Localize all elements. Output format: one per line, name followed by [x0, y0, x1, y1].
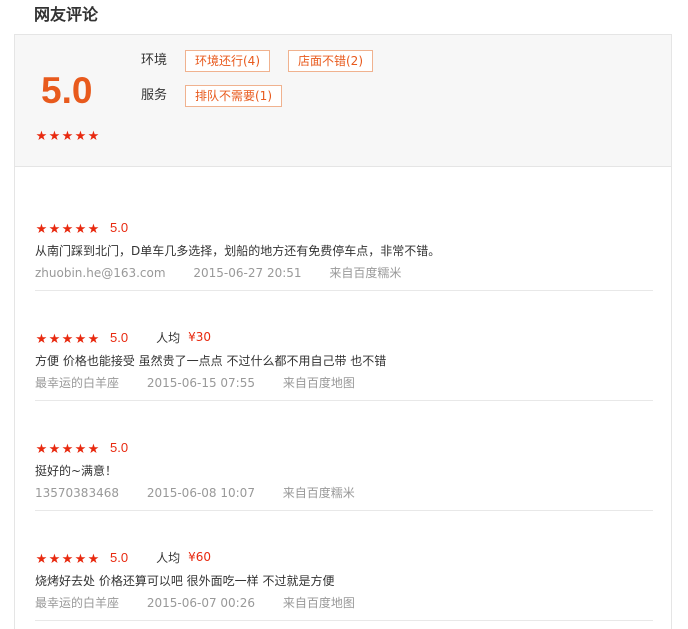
review-stars: ★★★★★ [35, 438, 100, 457]
star-icon: ★ [48, 441, 61, 457]
review-header: ★★★★★ 5.0 人均 ¥30 [35, 328, 211, 347]
tag-no-queue[interactable]: 排队不需要(1) [185, 85, 282, 107]
star-icon: ★ [48, 221, 61, 237]
star-icon: ★ [74, 221, 87, 237]
star-icon: ★ [48, 129, 61, 144]
avg-price-value: ¥30 [188, 330, 211, 344]
star-icon: ★ [74, 331, 87, 347]
review-item: ★★★★★ 5.0 挺好的~满意！ 13570383468 2015-06-08… [35, 401, 653, 511]
review-stars: ★★★★★ [35, 328, 100, 347]
review-stars: ★★★★★ [35, 218, 100, 237]
review-author: 13570383468 [35, 486, 119, 500]
review-time: 2015-06-15 07:55 [146, 376, 255, 390]
comments-panel: 5.0 ★★★★★ 环境 环境还行(4) 店面不错(2) 服务 排队不需要(1)… [14, 34, 672, 629]
star-icon: ★ [61, 129, 74, 144]
review-author: zhuobin.he@163.com [35, 266, 166, 280]
comments-page: 网友评论 5.0 ★★★★★ 环境 环境还行(4) 店面不错(2) 服务 排队不… [0, 0, 688, 629]
tag-store-good[interactable]: 店面不错(2) [288, 50, 373, 72]
star-icon: ★ [61, 331, 74, 347]
review-time: 2015-06-08 10:07 [146, 486, 255, 500]
star-icon: ★ [87, 551, 100, 567]
section-title: 网友评论 [34, 5, 99, 24]
review-meta: 最幸运的白羊座 2015-06-15 07:55 来自百度地图 [35, 374, 379, 392]
overall-score: 5.0 [41, 70, 93, 111]
review-text: 方便 价格也能接受 虽然贵了一点点 不过什么都不用自己带 也不错 [35, 354, 387, 368]
review-text: 烧烤好去处 价格还算可以吧 很外面吃一样 不过就是方便 [35, 574, 335, 588]
review-source: 来自百度地图 [282, 596, 355, 610]
review-item: ★★★★★ 5.0 人均 ¥60 烧烤好去处 价格还算可以吧 很外面吃一样 不过… [35, 511, 653, 621]
review-time: 2015-06-27 20:51 [193, 266, 302, 280]
review-item: ★★★★★ 5.0 人均 ¥30 方便 价格也能接受 虽然贵了一点点 不过什么都… [35, 291, 653, 401]
review-source: 来自百度糯米 [329, 266, 402, 280]
star-icon: ★ [48, 331, 61, 347]
star-icon: ★ [74, 551, 87, 567]
review-header: ★★★★★ 5.0 人均 ¥60 [35, 548, 211, 567]
star-icon: ★ [74, 441, 87, 457]
tag-group-label: 环境 [141, 53, 168, 68]
review-text: 挺好的~满意！ [35, 464, 118, 478]
review-meta: 13570383468 2015-06-08 10:07 来自百度糯米 [35, 484, 379, 502]
review-text: 从南门踩到北门，D单车几多选择，划船的地方还有免费停车点，非常不错。 [35, 244, 441, 258]
avg-price-label: 人均 [156, 330, 181, 345]
star-icon: ★ [35, 441, 48, 457]
tag-environment-ok[interactable]: 环境还行(4) [185, 50, 270, 72]
star-icon: ★ [87, 221, 100, 237]
star-icon: ★ [61, 221, 74, 237]
avg-price-value: ¥60 [188, 550, 211, 564]
tag-row-environment: 环境 环境还行(4) 店面不错(2) [141, 50, 391, 72]
overall-stars: ★★★★★ [35, 125, 100, 144]
review-meta: 最幸运的白羊座 2015-06-07 00:26 来自百度地图 [35, 594, 379, 612]
star-icon: ★ [87, 331, 100, 347]
review-author: 最幸运的白羊座 [35, 376, 120, 390]
review-score: 5.0 [110, 329, 129, 345]
review-stars: ★★★★★ [35, 548, 100, 567]
avg-price-label: 人均 [156, 550, 181, 565]
star-icon: ★ [61, 551, 74, 567]
star-icon: ★ [87, 129, 100, 144]
review-author: 最幸运的白羊座 [35, 596, 120, 610]
review-score: 5.0 [110, 219, 129, 235]
review-source: 来自百度地图 [282, 376, 355, 390]
star-icon: ★ [35, 129, 48, 144]
star-icon: ★ [35, 331, 48, 347]
star-icon: ★ [35, 551, 48, 567]
star-icon: ★ [35, 221, 48, 237]
star-icon: ★ [74, 129, 87, 144]
rating-summary: 5.0 ★★★★★ 环境 环境还行(4) 店面不错(2) 服务 排队不需要(1) [15, 35, 671, 167]
review-header: ★★★★★ 5.0 [35, 218, 129, 237]
review-item: ★★★★★ 5.0 从南门踩到北门，D单车几多选择，划船的地方还有免费停车点，非… [35, 181, 653, 291]
review-meta: zhuobin.he@163.com 2015-06-27 20:51 来自百度… [35, 264, 425, 282]
star-icon: ★ [87, 441, 100, 457]
tag-row-service: 服务 排队不需要(1) [141, 85, 300, 107]
review-source: 来自百度糯米 [282, 486, 355, 500]
review-header: ★★★★★ 5.0 [35, 438, 129, 457]
star-icon: ★ [48, 551, 61, 567]
review-score: 5.0 [110, 439, 129, 455]
review-time: 2015-06-07 00:26 [146, 596, 255, 610]
tag-group-label: 服务 [141, 88, 168, 103]
review-score: 5.0 [110, 549, 129, 565]
star-icon: ★ [61, 441, 74, 457]
